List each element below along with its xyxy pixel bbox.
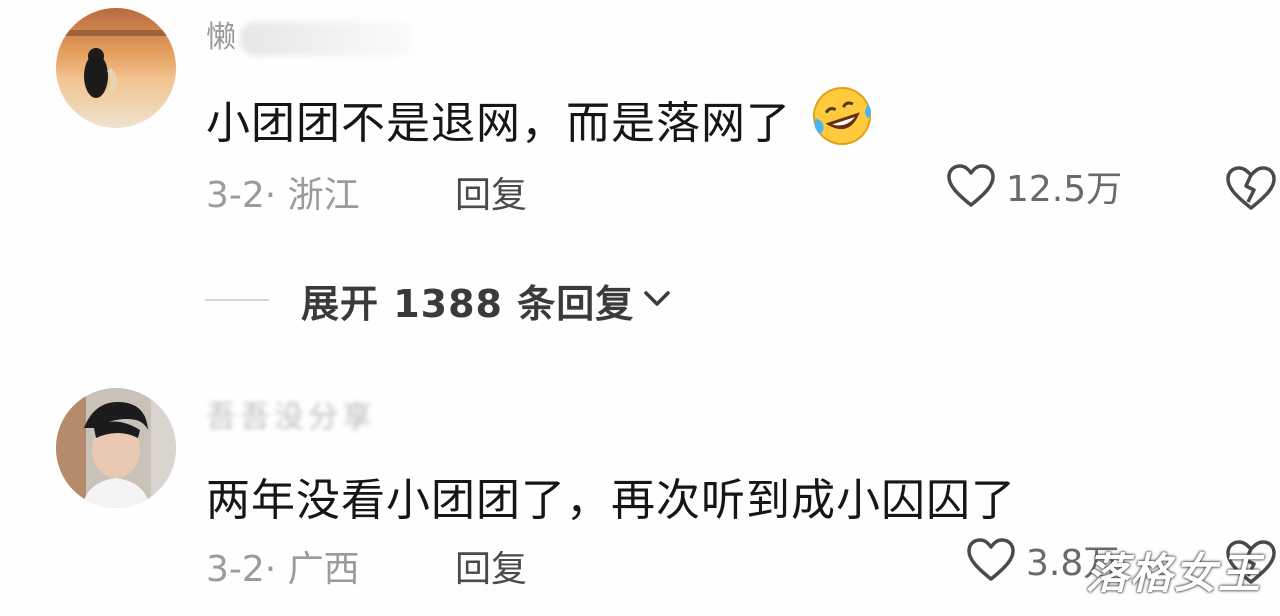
username[interactable]: 懒: [206, 12, 415, 56]
reply-button[interactable]: 回复: [455, 540, 527, 592]
comment-list: 懒 小团团不是退网，而是落网了 3-2· 浙江 回复 12.5万 展开 1388…: [0, 0, 1280, 616]
avatar[interactable]: [56, 388, 176, 508]
watermark: 落格女王: [1086, 549, 1263, 598]
blurred-username: [240, 21, 415, 56]
heart-icon: [947, 164, 995, 207]
comment-body: 小团团不是退网，而是落网了: [206, 84, 874, 159]
comment-meta: 3-2· 浙江: [206, 175, 360, 216]
reply-button[interactable]: 回复: [455, 166, 527, 218]
broken-heart-icon: [1226, 166, 1276, 210]
username-text: 懒: [206, 20, 236, 55]
divider-line: [205, 299, 269, 301]
like-count: 12.5万: [1006, 169, 1123, 210]
avatar-sunset-image: [56, 8, 176, 128]
avatar-portrait-image: [56, 388, 176, 508]
chevron-down-icon: [640, 286, 674, 314]
username[interactable]: 吾吾没分享: [206, 392, 376, 436]
comment-text: 两年没看小团团了，再次听到成小囚囚了: [206, 475, 1016, 526]
dislike-button[interactable]: [1224, 164, 1278, 216]
laughing-crying-emoji-icon: [810, 84, 874, 159]
comment-body: 两年没看小团团了，再次听到成小囚囚了: [206, 464, 1016, 528]
comment-meta: 3-2· 广西: [206, 549, 360, 590]
comment-text: 小团团不是退网，而是落网了: [206, 98, 791, 149]
avatar[interactable]: [56, 8, 176, 128]
expand-replies-label: 展开 1388 条回复: [301, 281, 635, 326]
expand-replies-button[interactable]: 展开 1388 条回复: [205, 270, 674, 330]
like-button[interactable]: 12.5万: [946, 160, 1122, 212]
heart-icon: [967, 538, 1015, 581]
blurred-username: 吾吾没分享: [206, 392, 376, 436]
username-text: 吾吾没分享: [206, 400, 376, 435]
